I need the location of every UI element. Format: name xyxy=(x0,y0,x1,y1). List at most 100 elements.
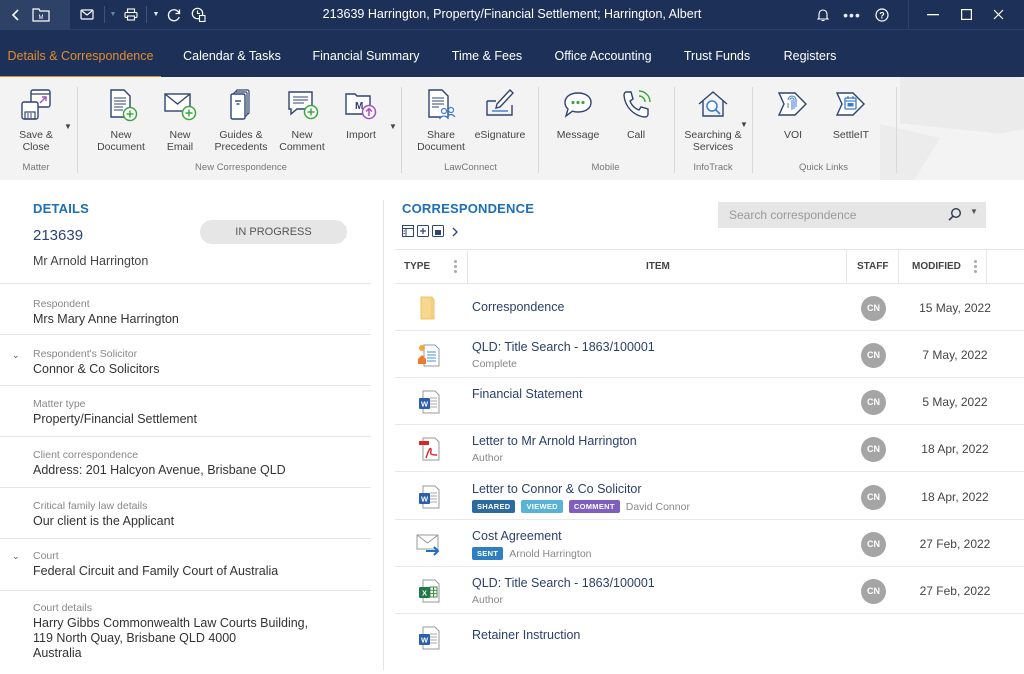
tab-office-accounting[interactable]: Office Accounting xyxy=(546,30,660,77)
more-options-button[interactable]: ••• xyxy=(840,0,864,29)
column-header-item[interactable]: ITEM xyxy=(646,250,670,283)
print-button[interactable] xyxy=(122,0,140,29)
item-title[interactable]: Letter to Connor & Co Solicitor xyxy=(472,482,642,496)
close-window-button[interactable] xyxy=(986,0,1010,29)
table-row[interactable]: W Letter to Connor & Co Solicitor SHARED VI… xyxy=(395,473,1024,520)
tab-registers[interactable]: Registers xyxy=(773,30,847,77)
layout-icon xyxy=(402,225,414,237)
item-title[interactable]: Cost Agreement xyxy=(472,529,562,543)
staff-avatar[interactable]: CN xyxy=(861,485,886,510)
item-subtitle: SHARED VIEWED COMMENT David Connor xyxy=(472,500,690,513)
new-comment-button[interactable]: New Comment xyxy=(277,87,327,153)
minimize-button[interactable] xyxy=(921,0,945,29)
item-title[interactable]: Financial Statement xyxy=(472,387,582,401)
field-value: Federal Circuit and Family Court of Aust… xyxy=(33,564,279,578)
svg-text:?: ? xyxy=(879,10,885,20)
guides-precedents-button[interactable]: Guides & Precedents xyxy=(212,87,270,153)
detail-field-critical-family-law-details[interactable]: Critical family law details Our client i… xyxy=(0,487,371,538)
add-document-icon xyxy=(417,225,429,237)
tab-financial-summary[interactable]: Financial Summary xyxy=(305,30,427,77)
column-options-handle[interactable] xyxy=(974,260,977,273)
table-row[interactable]: X QLD: Title Search - 1863/100001 Author CN… xyxy=(395,567,1024,614)
column-header-type[interactable]: TYPE xyxy=(404,250,430,283)
matter-folder-button[interactable]: M xyxy=(30,0,52,29)
separator xyxy=(908,0,909,29)
separator xyxy=(146,6,147,23)
table-row[interactable]: Correspondence CN 15 May, 2022 xyxy=(395,284,1024,331)
new-document-button[interactable]: New Document xyxy=(94,87,148,153)
address-line: Harry Gibbs Commonwealth Law Courts Buil… xyxy=(33,616,309,630)
item-subtitle: Author xyxy=(472,452,503,464)
search-input[interactable] xyxy=(718,202,938,228)
search-button[interactable] xyxy=(947,207,962,227)
refresh-button[interactable] xyxy=(165,0,183,29)
field-label: Respondent xyxy=(33,298,90,310)
save-close-button[interactable]: Save & Close xyxy=(12,87,60,153)
column-header-modified[interactable]: MODIFIED xyxy=(912,250,961,283)
table-row[interactable]: Letter to Mr Arnold Harrington Author CN 18… xyxy=(395,425,1024,472)
detail-field-respondents-solicitor[interactable]: ⌄ Respondent's Solicitor Connor & Co Sol… xyxy=(0,334,371,385)
tab-time-fees[interactable]: Time & Fees xyxy=(442,30,532,77)
searching-services-dropdown-caret[interactable]: ▼ xyxy=(740,120,748,129)
email-button[interactable] xyxy=(78,0,96,29)
esignature-button[interactable]: eSignature xyxy=(473,87,527,141)
layout-view-button[interactable] xyxy=(402,224,414,242)
item-title[interactable]: QLD: Title Search - 1863/100001 xyxy=(472,576,655,590)
item-title[interactable]: Letter to Mr Arnold Harrington xyxy=(472,434,637,448)
chevron-down-icon[interactable]: ⌄ xyxy=(12,551,20,562)
new-email-button[interactable]: New Email xyxy=(158,87,202,153)
import-button[interactable]: M Import xyxy=(338,87,384,141)
detail-field-court[interactable]: ⌄ Court Federal Circuit and Family Court… xyxy=(0,538,371,590)
detail-field-client-correspondence[interactable]: Client correspondence Address: 201 Halcy… xyxy=(0,436,371,487)
tab-trust-funds[interactable]: Trust Funds xyxy=(675,30,759,77)
staff-avatar[interactable]: CN xyxy=(861,532,886,557)
maximize-button[interactable] xyxy=(954,0,978,29)
search-options-caret[interactable]: ▼ xyxy=(970,207,978,216)
item-title[interactable]: QLD: Title Search - 1863/100001 xyxy=(472,340,655,354)
import-label: Import xyxy=(346,129,376,141)
table-row[interactable]: Cost Agreement SENT Arnold Harrington CN 27 … xyxy=(395,520,1024,567)
table-row[interactable]: W Retainer Instruction xyxy=(395,614,1024,661)
voi-button[interactable]: VOI xyxy=(773,87,813,141)
help-button[interactable]: ? xyxy=(872,0,892,29)
call-button[interactable]: Call xyxy=(614,87,658,141)
import-dropdown-caret[interactable]: ▼ xyxy=(389,122,397,131)
searching-services-label: Searching & Services xyxy=(684,129,742,153)
back-button[interactable] xyxy=(6,0,26,29)
status-badge[interactable]: IN PROGRESS xyxy=(200,220,347,244)
staff-avatar[interactable]: CN xyxy=(861,390,886,415)
group-label-quick-links: Quick Links xyxy=(798,162,849,173)
chevron-right-icon xyxy=(452,227,458,237)
share-document-button[interactable]: Share Document xyxy=(414,87,468,153)
tab-details-correspondence[interactable]: Details & Correspondence xyxy=(0,30,161,78)
email-dropdown-caret[interactable]: ▼ xyxy=(108,0,118,29)
notifications-button[interactable] xyxy=(813,0,833,29)
item-title[interactable]: Correspondence xyxy=(472,300,564,314)
table-row[interactable]: W Financial Statement CN 5 May, 2022 xyxy=(395,378,1024,425)
column-options-handle[interactable] xyxy=(454,260,457,273)
detail-field-court-details[interactable]: Court details Harry Gibbs Commonwealth L… xyxy=(0,590,371,674)
scan-document-button[interactable] xyxy=(432,224,444,242)
item-title[interactable]: Retainer Instruction xyxy=(472,628,580,642)
staff-avatar[interactable]: CN xyxy=(861,343,886,368)
detail-field-respondent[interactable]: Respondent Mrs Mary Anne Harrington xyxy=(0,283,371,334)
print-dropdown-caret[interactable]: ▼ xyxy=(151,0,161,29)
chevron-down-icon[interactable]: ⌄ xyxy=(12,350,20,361)
staff-avatar[interactable]: CN xyxy=(861,437,886,462)
message-icon xyxy=(564,92,592,118)
staff-avatar[interactable]: CN xyxy=(861,296,886,321)
message-button[interactable]: Message xyxy=(553,87,603,141)
expand-toolbar-button[interactable] xyxy=(451,224,459,242)
add-document-button[interactable] xyxy=(417,224,429,242)
column-header-staff[interactable]: STAFF xyxy=(857,250,888,283)
tab-calendar-tasks[interactable]: Calendar & Tasks xyxy=(172,30,292,77)
settleit-button[interactable]: SettleIT xyxy=(828,87,874,141)
staff-avatar[interactable]: CN xyxy=(861,579,886,604)
field-value: Connor & Co Solicitors xyxy=(33,362,160,376)
detail-field-matter-type[interactable]: Matter type Property/Financial Settlemen… xyxy=(0,385,371,436)
save-close-dropdown-caret[interactable]: ▼ xyxy=(64,122,72,131)
table-row[interactable]: QLD: Title Search - 1863/100001 Complete C… xyxy=(395,331,1024,378)
searching-services-button[interactable]: Searching & Services xyxy=(682,87,744,153)
time-record-button[interactable] xyxy=(189,0,207,29)
settleit-label: SettleIT xyxy=(832,129,870,141)
